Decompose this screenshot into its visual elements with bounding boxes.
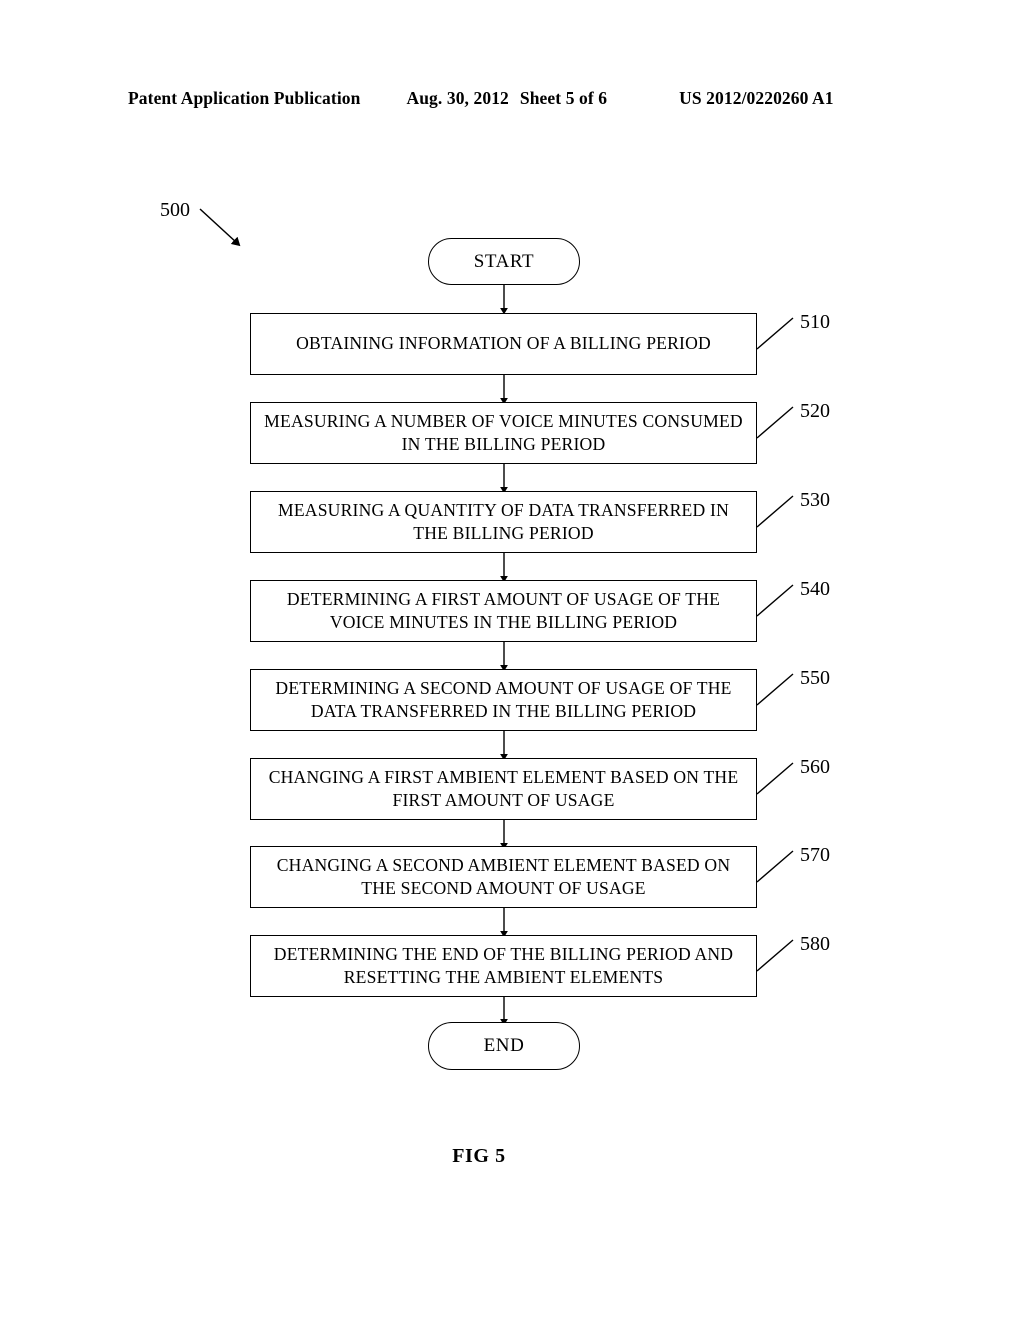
process-box-570: CHANGING A SECOND AMBIENT ELEMENT BASED … bbox=[250, 846, 757, 908]
process-box-510-text: OBTAINING INFORMATION OF A BILLING PERIO… bbox=[296, 333, 711, 354]
reference-number-530: 530 bbox=[800, 489, 830, 511]
flowchart-figure-5: 500 START OBTAINING INFORMATION OF A BIL… bbox=[0, 0, 1024, 1320]
process-box-510: OBTAINING INFORMATION OF A BILLING PERIO… bbox=[250, 313, 757, 375]
process-box-520: MEASURING A NUMBER OF VOICE MINUTES CONS… bbox=[250, 402, 757, 464]
process-box-560-text: CHANGING A FIRST AMBIENT ELEMENT BASED O… bbox=[268, 766, 739, 810]
flowchart-connectors bbox=[199, 208, 794, 1026]
process-box-550: DETERMINING A SECOND AMOUNT OF USAGE OF … bbox=[250, 669, 757, 731]
end-terminator-label: END bbox=[483, 1035, 525, 1056]
process-box-540: DETERMINING A FIRST AMOUNT OF USAGE OF T… bbox=[250, 580, 757, 642]
process-box-540-text: DETERMINING A FIRST AMOUNT OF USAGE OF T… bbox=[286, 588, 721, 632]
figure-caption: FIG 5 bbox=[452, 1145, 506, 1167]
reference-number-520: 520 bbox=[800, 400, 830, 422]
process-box-550-text: DETERMINING A SECOND AMOUNT OF USAGE OF … bbox=[275, 677, 732, 721]
start-terminator-label: START bbox=[473, 250, 535, 272]
process-box-530: MEASURING A QUANTITY OF DATA TRANSFERRED… bbox=[250, 491, 757, 553]
reference-number-540: 540 bbox=[800, 578, 830, 600]
reference-number-570: 570 bbox=[800, 844, 830, 866]
reference-number-580: 580 bbox=[800, 933, 830, 955]
reference-number-550: 550 bbox=[800, 667, 830, 689]
process-box-560: CHANGING A FIRST AMBIENT ELEMENT BASED O… bbox=[250, 758, 757, 820]
process-box-530-text: MEASURING A QUANTITY OF DATA TRANSFERRED… bbox=[278, 499, 729, 543]
process-box-580-text: DETERMINING THE END OF THE BILLING PERIO… bbox=[273, 943, 734, 987]
process-box-580: DETERMINING THE END OF THE BILLING PERIO… bbox=[250, 935, 757, 997]
flowchart-end-terminator: END bbox=[428, 1022, 580, 1070]
flowchart-start-terminator: START bbox=[428, 238, 580, 285]
figure-reference-500: 500 bbox=[160, 199, 190, 221]
reference-number-510: 510 bbox=[800, 311, 830, 333]
process-box-520-text: MEASURING A NUMBER OF VOICE MINUTES CONS… bbox=[264, 410, 743, 454]
reference-number-560: 560 bbox=[800, 756, 830, 778]
process-box-570-text: CHANGING A SECOND AMBIENT ELEMENT BASED … bbox=[276, 854, 731, 898]
